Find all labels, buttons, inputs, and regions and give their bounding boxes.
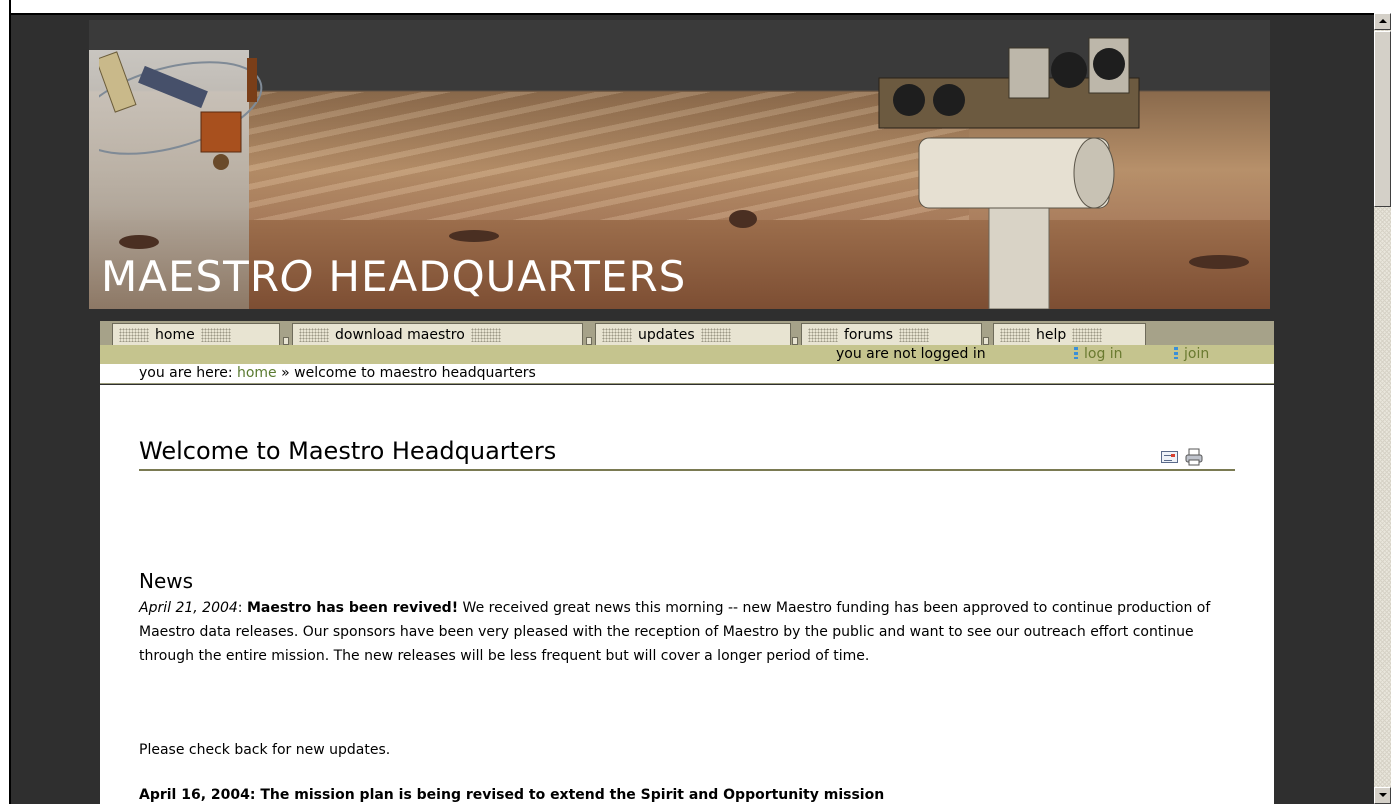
- tab-label: forums: [844, 326, 894, 343]
- breadcrumb-prefix: you are here:: [139, 365, 237, 381]
- scroll-thumb[interactable]: [1374, 31, 1391, 207]
- tab-pattern: [602, 327, 632, 342]
- breadcrumb-separator: »: [276, 365, 295, 381]
- rock: [729, 210, 757, 228]
- tab-separator: [983, 337, 989, 345]
- breadcrumb: you are here: home » welcome to maestro …: [100, 364, 1274, 384]
- header-banner: MAESTRO HEADQUARTERS: [89, 20, 1270, 309]
- tab-label: updates: [638, 326, 695, 343]
- bullet-icon: [1074, 347, 1078, 359]
- check-back-text: Please check back for new updates.: [139, 742, 391, 758]
- tab-pattern: [470, 327, 501, 342]
- breadcrumb-home-link[interactable]: home: [237, 365, 277, 381]
- tab-separator: [586, 337, 592, 345]
- scroll-up-button[interactable]: [1374, 13, 1391, 30]
- rock: [119, 235, 159, 249]
- login-link-label: log in: [1084, 346, 1123, 362]
- tab-pattern: [808, 327, 838, 342]
- breadcrumb-text: you are here: home » welcome to maestro …: [139, 365, 536, 381]
- join-link-label: join: [1184, 346, 1210, 362]
- login-link[interactable]: log in: [1074, 346, 1123, 362]
- tab-home[interactable]: home: [112, 323, 280, 345]
- site-title-part: HEADQUARTERS: [314, 252, 687, 301]
- news-item-partial: April 16, 2004: The mission plan is bein…: [139, 787, 885, 803]
- scroll-down-button[interactable]: [1374, 787, 1391, 804]
- tab-pattern: [119, 327, 149, 342]
- tab-pattern: [200, 327, 231, 342]
- tab-pattern: [899, 327, 930, 342]
- page-title: Welcome to Maestro Headquarters: [139, 437, 557, 465]
- arrow-down-icon: [1379, 793, 1387, 797]
- tab-separator: [283, 337, 289, 345]
- satellite-icon: [99, 51, 263, 170]
- tab-pattern: [299, 327, 329, 342]
- news-item: April 21, 2004: Maestro has been revived…: [139, 596, 1229, 668]
- tab-forums[interactable]: forums: [801, 323, 982, 345]
- arrow-up-icon: [1379, 19, 1387, 23]
- tab-help[interactable]: help: [993, 323, 1146, 345]
- tab-pattern: [1000, 327, 1030, 342]
- site-title-part: MAESTR: [101, 252, 281, 301]
- tab-label: help: [1036, 326, 1067, 343]
- window-frame-top: [0, 0, 1374, 13]
- bullet-icon: [1174, 347, 1178, 359]
- title-divider: [139, 469, 1235, 471]
- tab-label: download maestro: [335, 326, 465, 343]
- site-title-part: O: [280, 252, 315, 301]
- news-heading: News: [139, 569, 194, 593]
- news-date: April 21, 2004: [139, 600, 238, 616]
- rock: [449, 230, 499, 242]
- login-status-bar: you are not logged in log in join: [100, 345, 1274, 364]
- news-date-colon: :: [237, 600, 247, 616]
- tab-separator: [792, 337, 798, 345]
- vertical-scrollbar[interactable]: [1374, 13, 1391, 804]
- printer-icon[interactable]: [1184, 447, 1204, 467]
- join-link[interactable]: join: [1174, 346, 1209, 362]
- login-status-text: you are not logged in: [836, 346, 986, 362]
- tab-download-maestro[interactable]: download maestro: [292, 323, 583, 345]
- email-icon[interactable]: [1161, 451, 1178, 463]
- tab-pattern: [700, 327, 731, 342]
- news-headline: Maestro has been revived!: [246, 600, 459, 616]
- breadcrumb-current: welcome to maestro headquarters: [294, 365, 536, 381]
- rock: [1189, 255, 1249, 269]
- rover-camera-icon: [878, 37, 1140, 309]
- tab-updates[interactable]: updates: [595, 323, 791, 345]
- window-frame-left: [0, 0, 11, 804]
- tab-pattern: [1072, 327, 1103, 342]
- site-title: MAESTRO HEADQUARTERS: [101, 252, 686, 301]
- tab-label: home: [155, 326, 195, 343]
- main-content: Welcome to Maestro Headquarters News Apr…: [100, 385, 1274, 804]
